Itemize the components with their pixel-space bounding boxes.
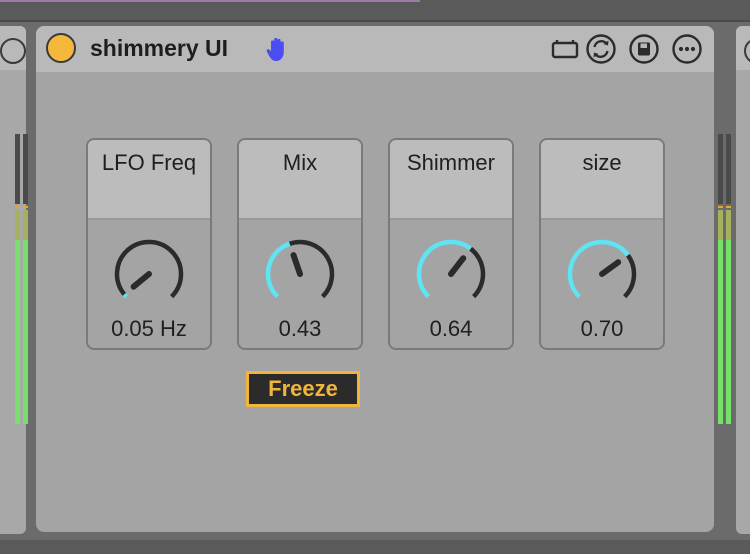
top-accent-line xyxy=(0,0,420,2)
knob-pointer xyxy=(130,271,152,290)
device-title: shimmery UI xyxy=(90,35,229,61)
dial-label: Mix xyxy=(282,150,318,175)
top-strip xyxy=(0,0,750,22)
right-level-meter xyxy=(718,134,732,424)
knob-track xyxy=(114,239,184,299)
lfo-freq-knob[interactable] xyxy=(111,236,187,312)
hand-icon[interactable] xyxy=(262,34,292,64)
freeze-label: Freeze xyxy=(249,374,357,404)
knob-pointer xyxy=(599,259,622,277)
dial-value: 0.70 xyxy=(580,316,624,341)
dial-size: size 0.70 xyxy=(539,138,665,350)
more-icon[interactable] xyxy=(672,34,702,64)
dial-label: LFO Freq xyxy=(101,150,197,175)
refresh-icon[interactable] xyxy=(586,34,616,64)
mix-knob[interactable] xyxy=(262,236,338,312)
left-level-meter xyxy=(15,134,29,424)
dial-mix: Mix 0.43 xyxy=(237,138,363,350)
right-adjacent-device xyxy=(736,26,750,534)
save-icon[interactable] xyxy=(629,34,659,64)
knob-track xyxy=(622,253,637,299)
dial-lfo-freq: LFO Freq 0.05 Hz xyxy=(86,138,212,350)
device-title-bar: shimmery UI xyxy=(36,26,714,72)
bottom-strip xyxy=(0,540,750,554)
dial-label: size xyxy=(582,150,622,175)
left-device-button-icon[interactable] xyxy=(0,38,26,64)
knob-value-arc xyxy=(265,241,291,299)
dial-label: Shimmer xyxy=(406,150,495,175)
knob-pointer xyxy=(290,252,303,277)
knob-value-arc xyxy=(122,292,128,299)
knob-track xyxy=(469,246,486,299)
device-power-button[interactable] xyxy=(46,33,76,63)
knob-value-arc xyxy=(567,239,630,299)
knob-pointer xyxy=(448,255,467,277)
clip-icon[interactable] xyxy=(550,34,580,64)
shimmer-knob[interactable] xyxy=(413,236,489,312)
dial-shimmer: Shimmer 0.64 xyxy=(388,138,514,350)
dial-value: 0.43 xyxy=(278,316,322,341)
top-divider xyxy=(0,20,750,22)
size-knob[interactable] xyxy=(564,236,640,312)
dial-value: 0.05 Hz xyxy=(111,316,187,341)
freeze-button[interactable]: Freeze xyxy=(246,371,360,407)
knob-value-arc xyxy=(416,239,472,299)
dial-value: 0.64 xyxy=(429,316,473,341)
device-panel: shimmery UI LFO Freq 0.05 Hz Mix 0.43 Sh… xyxy=(36,26,714,532)
